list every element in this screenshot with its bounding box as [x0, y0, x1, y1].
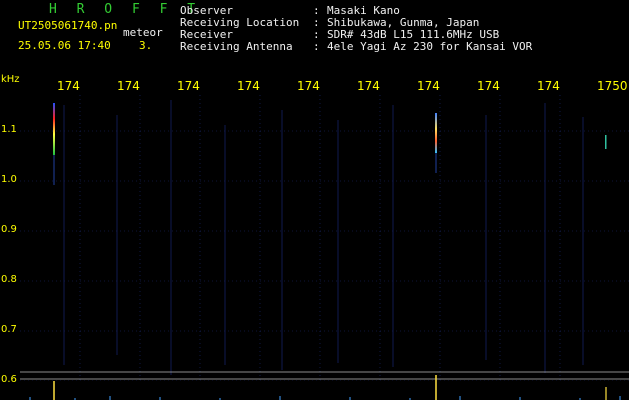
time-tick-label: 174	[297, 79, 320, 93]
info-key-observer: Observer	[180, 4, 233, 17]
observation-datetime: 25.05.06 17:40	[18, 39, 111, 52]
meteor-echo	[53, 103, 55, 185]
frequency-unit-label: kHz	[1, 74, 20, 85]
spectrogram-display	[20, 95, 629, 400]
frequency-tick-label: 0.9	[1, 224, 17, 235]
file-name: UT2505061740.pn	[18, 19, 118, 32]
time-tick-label: 174	[357, 79, 380, 93]
info-value-observer: Masaki Kano	[327, 4, 400, 17]
info-key-antenna: Receiving Antenna	[180, 40, 293, 53]
info-colon: :	[313, 28, 320, 41]
time-tick-label: 174	[417, 79, 440, 93]
info-value-location: Shibukawa, Gunma, Japan	[327, 16, 480, 29]
time-tick-label: 174	[117, 79, 140, 93]
app-title: H R O F F T	[49, 2, 202, 17]
meteor-count: 3.	[139, 39, 153, 52]
info-key-receiver: Receiver	[180, 28, 233, 41]
meteor-echo	[435, 113, 437, 173]
info-key-location: Receiving Location	[180, 16, 300, 29]
info-value-receiver: SDR# 43dB L15 111.6MHz USB	[327, 28, 500, 41]
info-colon: :	[313, 16, 320, 29]
time-tick-label: 174	[57, 79, 80, 93]
time-tick-label: 174	[477, 79, 500, 93]
time-tick-label: 174	[177, 79, 200, 93]
reference-band	[20, 371, 629, 380]
grid	[20, 95, 629, 400]
frequency-tick-label: 0.8	[1, 274, 17, 285]
info-value-antenna: 4ele Yagi Az 230 for Kansai VOR	[327, 40, 533, 53]
meteor-label: meteor	[123, 26, 163, 39]
frequency-tick-label: 1.1	[1, 124, 17, 135]
frequency-tick-label: 0.7	[1, 324, 17, 335]
frequency-tick-label: 1.0	[1, 174, 17, 185]
noise-streaks	[63, 100, 584, 375]
frequency-tick-label: 0.6	[1, 374, 17, 385]
info-colon: :	[313, 40, 320, 53]
info-colon: :	[313, 4, 320, 17]
time-tick-label: 174	[237, 79, 260, 93]
time-tick-label: 174	[537, 79, 560, 93]
time-tick-label: 1750	[597, 79, 628, 93]
meteor-echo	[605, 135, 607, 149]
